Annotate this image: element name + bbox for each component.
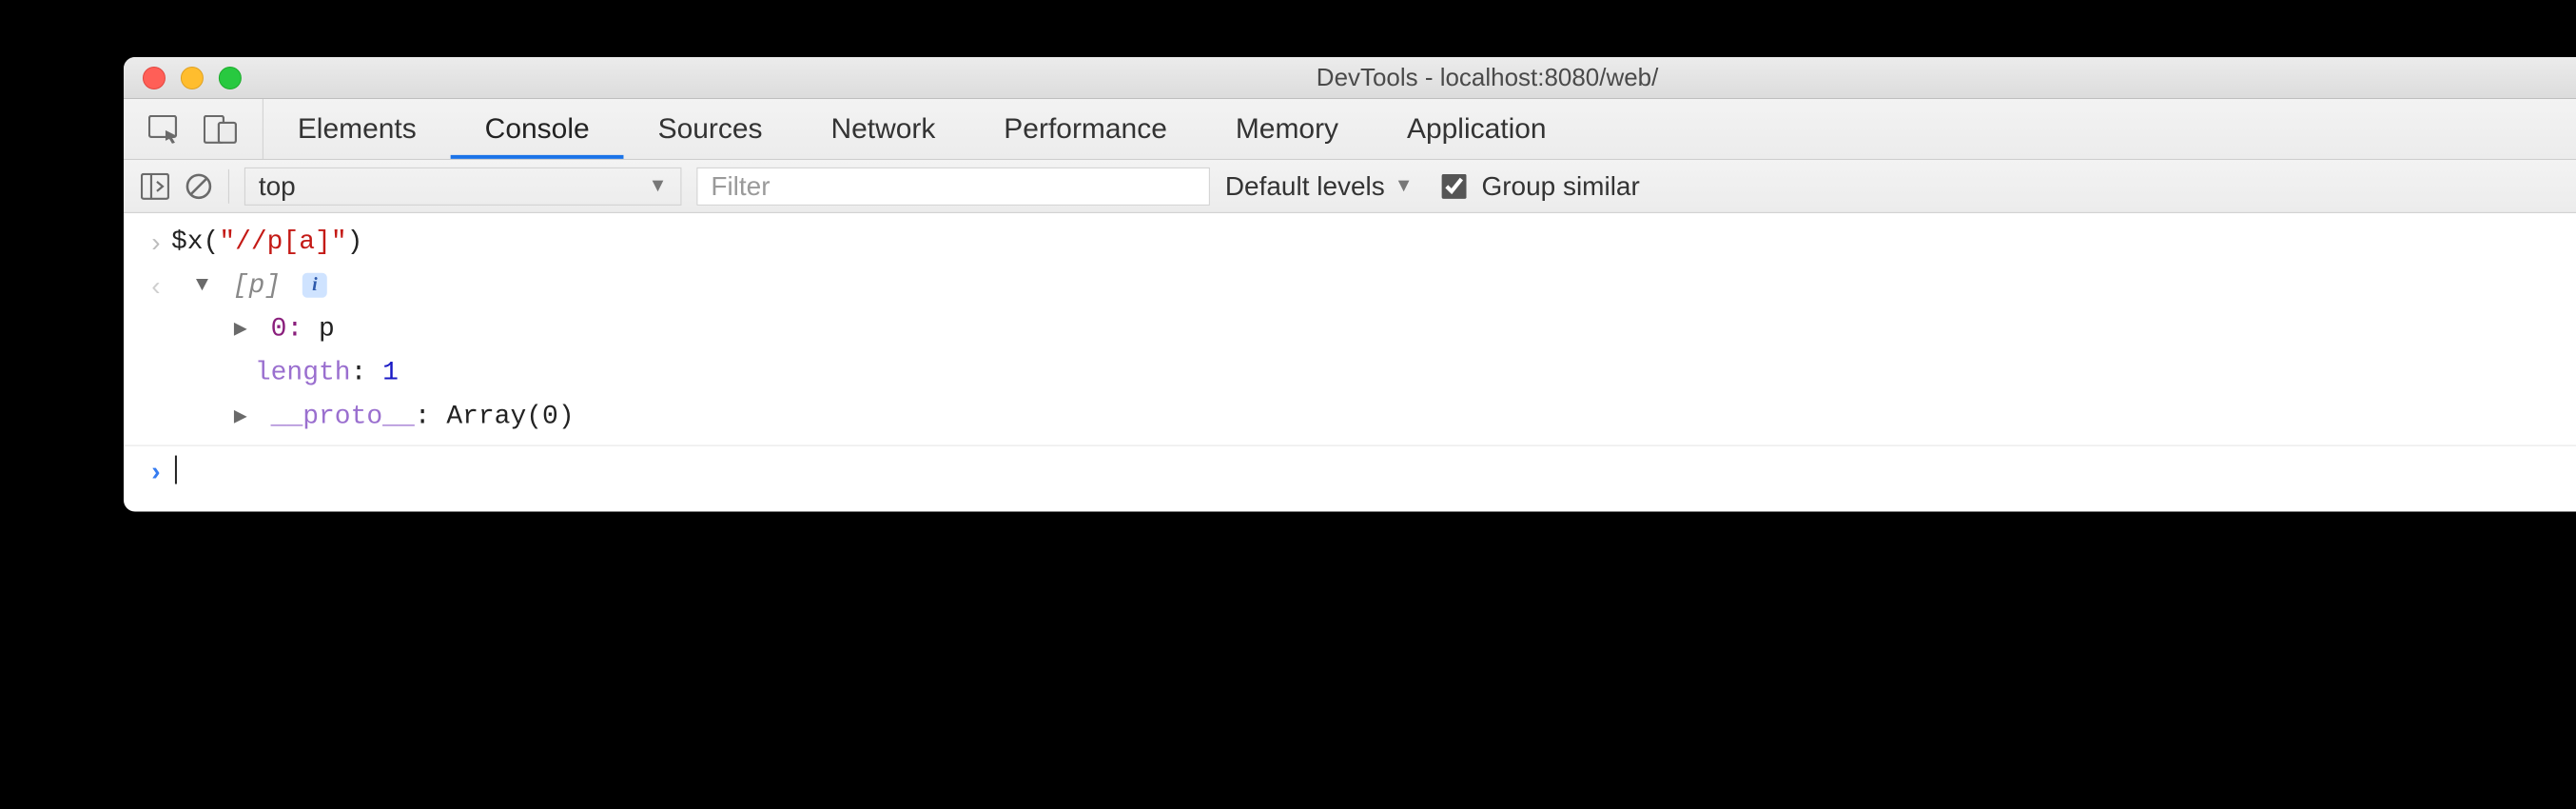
inspect-tools (124, 99, 263, 159)
console-filter-input[interactable] (696, 167, 1209, 205)
execution-context-selector[interactable]: top ▼ (244, 167, 682, 205)
tab-label: Elements (298, 112, 417, 145)
object-prop-row: length: 1 (124, 352, 2576, 396)
log-levels-selector[interactable]: Default levels ▼ (1225, 170, 1414, 201)
console-prompt[interactable]: › (124, 446, 2576, 512)
tab-elements[interactable]: Elements (263, 99, 451, 159)
tab-sources[interactable]: Sources (624, 99, 797, 159)
object-summary[interactable]: [p] (233, 271, 281, 301)
inspect-element-icon[interactable] (148, 114, 183, 143)
tab-list: Elements Console Sources Network Perform… (263, 99, 1581, 159)
console-toolbar: top ▼ Default levels ▼ Group similar (124, 160, 2576, 213)
prop-key: 0 (271, 315, 287, 345)
window-title: DevTools - localhost:8080/web/ (124, 63, 2576, 92)
levels-label: Default levels (1225, 170, 1385, 201)
output-marker-icon: ‹ (141, 266, 171, 306)
devtools-window: DevTools - localhost:8080/web/ Elements … (124, 57, 2576, 512)
tab-label: Application (1407, 112, 1547, 145)
caret-down-icon: ▼ (649, 175, 668, 197)
tab-label: Console (485, 112, 590, 145)
object-prop-row: __proto__: Array(0) (124, 396, 2576, 440)
input-marker-icon: › (141, 223, 171, 263)
tab-performance[interactable]: Performance (969, 99, 1201, 159)
prop-value: 1 (382, 359, 399, 388)
clear-console-icon[interactable] (185, 171, 213, 200)
tab-label: Sources (658, 112, 763, 145)
device-toggle-icon[interactable] (204, 114, 238, 143)
caret-down-icon: ▼ (1395, 175, 1414, 197)
prop-value[interactable]: Array(0) (446, 403, 574, 432)
prop-value[interactable]: p (319, 315, 335, 345)
prompt-marker-icon: › (141, 452, 171, 495)
tab-application[interactable]: Application (1373, 99, 1581, 159)
group-similar-checkbox[interactable] (1442, 173, 1467, 198)
tab-label: Network (830, 112, 935, 145)
tab-console[interactable]: Console (451, 99, 624, 159)
info-icon[interactable]: i (302, 272, 327, 297)
code-string: "//p[a]" (219, 227, 346, 257)
console-result-row: ‹ [p] i (124, 265, 2576, 308)
code-fn: $x (171, 227, 204, 257)
console-output: › $x("//p[a]") ‹ [p] i 0: p length: 1 (124, 213, 2576, 512)
disclosure-triangle-icon[interactable] (234, 401, 255, 432)
console-input-echo: › $x("//p[a]") (124, 221, 2576, 265)
tab-network[interactable]: Network (796, 99, 969, 159)
group-similar-label: Group similar (1481, 170, 1639, 201)
toggle-drawer-icon[interactable] (141, 172, 169, 199)
tab-label: Performance (1004, 112, 1167, 145)
prop-key: length (255, 359, 351, 388)
context-label: top (259, 170, 296, 201)
disclosure-triangle-icon[interactable] (234, 313, 255, 345)
tab-memory[interactable]: Memory (1201, 99, 1373, 159)
disclosure-triangle-icon[interactable] (196, 269, 217, 301)
panel-tabs: Elements Console Sources Network Perform… (124, 99, 2576, 160)
prop-key: __proto__ (271, 403, 415, 432)
text-cursor (175, 456, 177, 484)
tab-label: Memory (1236, 112, 1338, 145)
separator (228, 168, 229, 203)
titlebar: DevTools - localhost:8080/web/ (124, 57, 2576, 99)
object-prop-row: 0: p (124, 308, 2576, 352)
